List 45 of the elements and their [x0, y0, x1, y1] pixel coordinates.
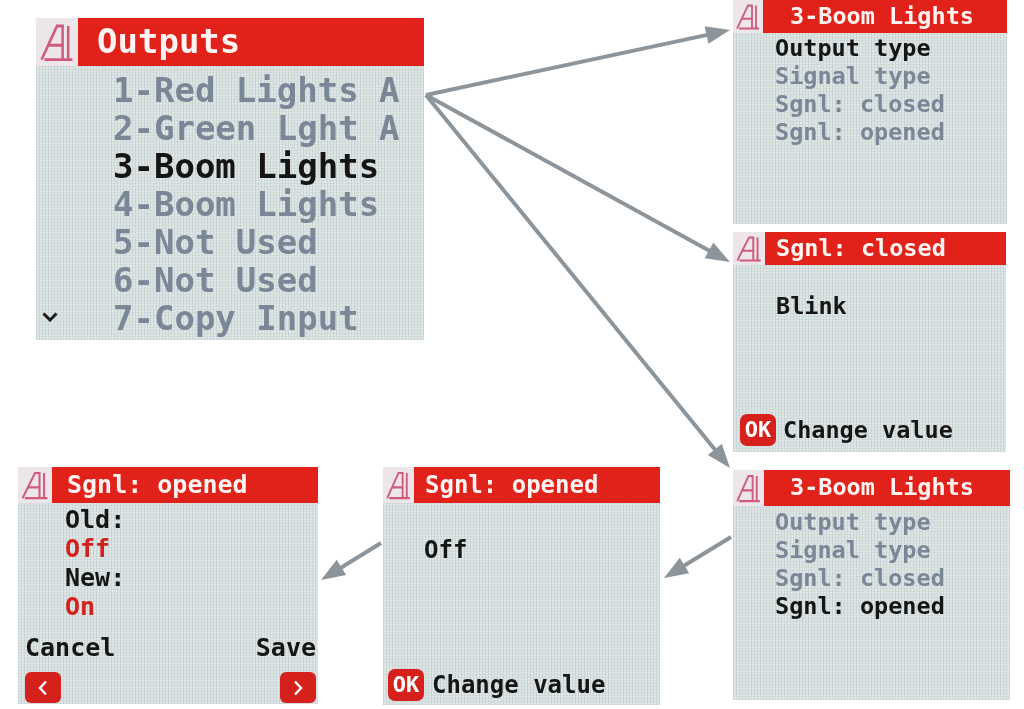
logo-icon — [18, 467, 52, 503]
softkey-label: Save — [255, 633, 316, 662]
ok-key: OK — [740, 414, 776, 446]
field-value: On — [65, 592, 96, 621]
menu-item[interactable]: 1-Red Lights A — [113, 71, 400, 109]
field-label: New: — [65, 563, 126, 592]
next-button[interactable] — [280, 672, 316, 703]
previous-button[interactable] — [25, 672, 61, 703]
field-label: Old: — [65, 505, 126, 534]
menu-item[interactable]: Signal type — [775, 536, 931, 564]
menu-item[interactable]: Output type — [775, 508, 931, 536]
flow-arrow — [664, 535, 733, 578]
logo-icon — [36, 18, 78, 66]
menu-item[interactable]: 6-Not Used — [113, 261, 318, 299]
screen-title: 3-Boom Lights — [789, 3, 974, 30]
screen-title: Outputs — [96, 23, 241, 61]
screen-title: Sgnl: closed — [775, 235, 946, 262]
softkey-label: Cancel — [25, 633, 116, 662]
menu-item[interactable]: 5-Not Used — [113, 223, 318, 261]
menu-item[interactable]: Output type — [775, 34, 931, 62]
logo-icon — [733, 0, 763, 33]
menu-item[interactable]: 4-Boom Lights — [113, 185, 380, 223]
menu-item[interactable]: Sgnl: opened — [775, 592, 945, 620]
menu-item[interactable]: Signal type — [775, 62, 931, 90]
field-value: Off — [65, 534, 111, 563]
screen-title: Sgnl: opened — [424, 471, 599, 499]
chevron-right-icon — [293, 679, 303, 696]
screen-title: Sgnl: opened — [66, 471, 248, 499]
hint-text: Change value — [432, 671, 606, 699]
chevron-left-icon — [38, 679, 48, 696]
menu-item[interactable]: Sgnl: closed — [775, 564, 945, 592]
flow-arrow — [321, 541, 383, 580]
screen-title: 3-Boom Lights — [789, 475, 974, 501]
menu-item[interactable]: Sgnl: opened — [775, 118, 945, 146]
menu-item[interactable]: 7-Copy Input — [113, 299, 359, 337]
logo-icon — [733, 232, 765, 265]
menu-item[interactable]: 3-Boom Lights — [113, 147, 380, 185]
menu-item[interactable]: 2-Green Lght A — [113, 109, 400, 147]
ok-key: OK — [388, 669, 424, 701]
menu-item[interactable]: Sgnl: closed — [775, 90, 945, 118]
logo-icon — [733, 470, 764, 506]
hint-text: Change value — [783, 416, 953, 444]
value-text: Off — [424, 536, 468, 564]
value-text: Blink — [776, 292, 847, 320]
logo-icon — [383, 467, 414, 503]
